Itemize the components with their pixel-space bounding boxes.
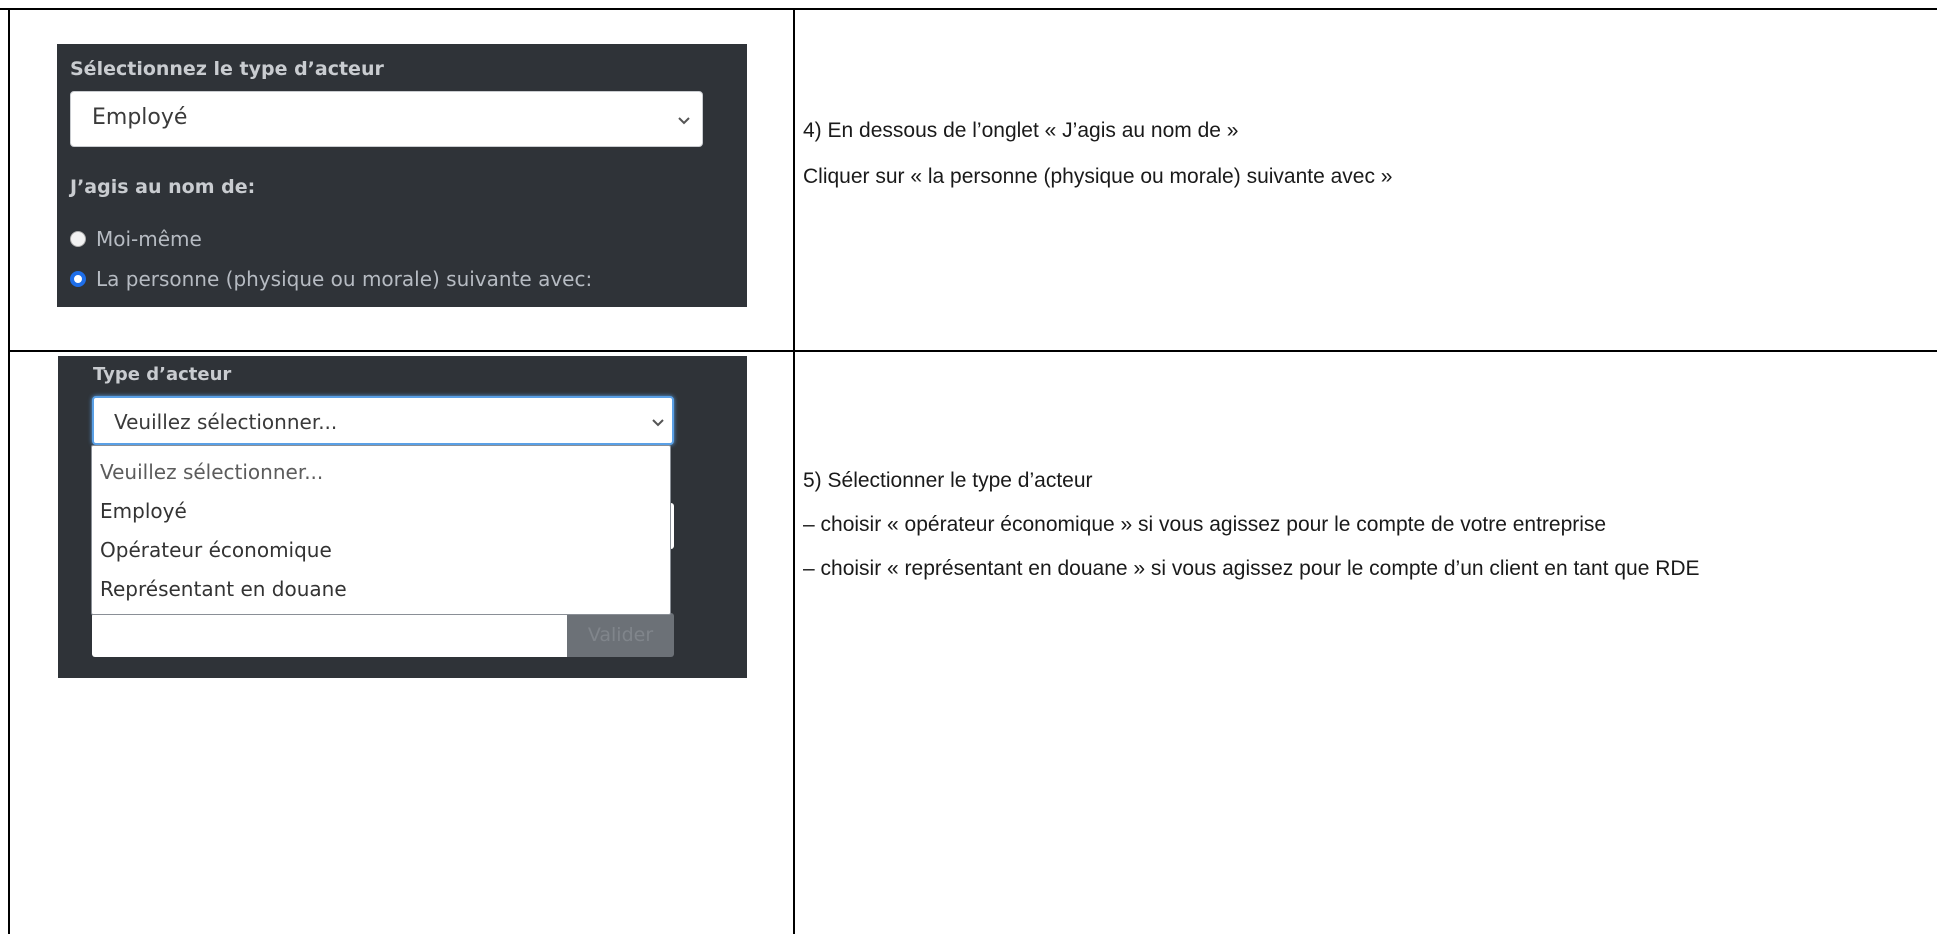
step-5-heading: 5) Sélectionner le type d’acteur: [803, 469, 1093, 492]
radio-button[interactable]: [70, 231, 86, 247]
screenshot-panel-actor-type-dropdown: Type d’acteur Veuillez sélectionner... V…: [58, 356, 747, 678]
screenshot-panel-actor-selection: Sélectionnez le type d’acteur Employé J’…: [57, 44, 747, 307]
chevron-down-icon: [652, 419, 664, 427]
dropdown-option-placeholder[interactable]: Veuillez sélectionner...: [100, 460, 323, 484]
radio-option-other-person[interactable]: La personne (physique ou morale) suivant…: [70, 267, 592, 291]
dropdown-option-employe[interactable]: Employé: [100, 499, 187, 523]
table-border-middle: [793, 8, 795, 934]
table-border-row-divider: [8, 350, 1937, 352]
validate-button[interactable]: Valider: [567, 613, 674, 657]
table-border-left: [8, 8, 10, 934]
actor-type-title: Sélectionnez le type d’acteur: [70, 58, 384, 80]
actor-type-dropdown-list: Veuillez sélectionner... Employé Opérate…: [91, 445, 671, 615]
radio-label: Moi-même: [96, 227, 202, 251]
dropdown-option-representant-douane[interactable]: Représentant en douane: [100, 577, 347, 601]
number-input[interactable]: [92, 613, 567, 657]
instructions-step-4: 4) En dessous de l’onglet « J’agis au no…: [803, 115, 1923, 193]
actor-type-select-value: Employé: [92, 105, 188, 130]
step-4-heading: 4) En dessous de l’onglet « J’agis au no…: [803, 119, 1239, 142]
step-5-option-operateur: – choisir « opérateur économique » si vo…: [803, 513, 1607, 536]
radio-button-selected[interactable]: [70, 271, 86, 287]
actor-type-select[interactable]: Employé: [70, 91, 703, 147]
table-border-top: [0, 8, 1937, 10]
radio-option-self[interactable]: Moi-même: [70, 227, 202, 251]
step-5-option-representant: – choisir « représentant en douane » si …: [803, 557, 1700, 580]
acting-on-behalf-title: J’agis au nom de:: [70, 176, 256, 198]
chevron-down-icon: [678, 117, 690, 125]
type-title: Type d’acteur: [93, 364, 232, 385]
radio-label: La personne (physique ou morale) suivant…: [96, 267, 593, 291]
step-4-action: Cliquer sur « la personne (physique ou m…: [803, 165, 1393, 188]
select-value: Veuillez sélectionner...: [114, 410, 338, 434]
actor-type-select-focused[interactable]: Veuillez sélectionner...: [92, 396, 674, 445]
dropdown-option-operateur-economique[interactable]: Opérateur économique: [100, 538, 332, 562]
instructions-step-5: 5) Sélectionner le type d’acteur – chois…: [803, 465, 1928, 585]
